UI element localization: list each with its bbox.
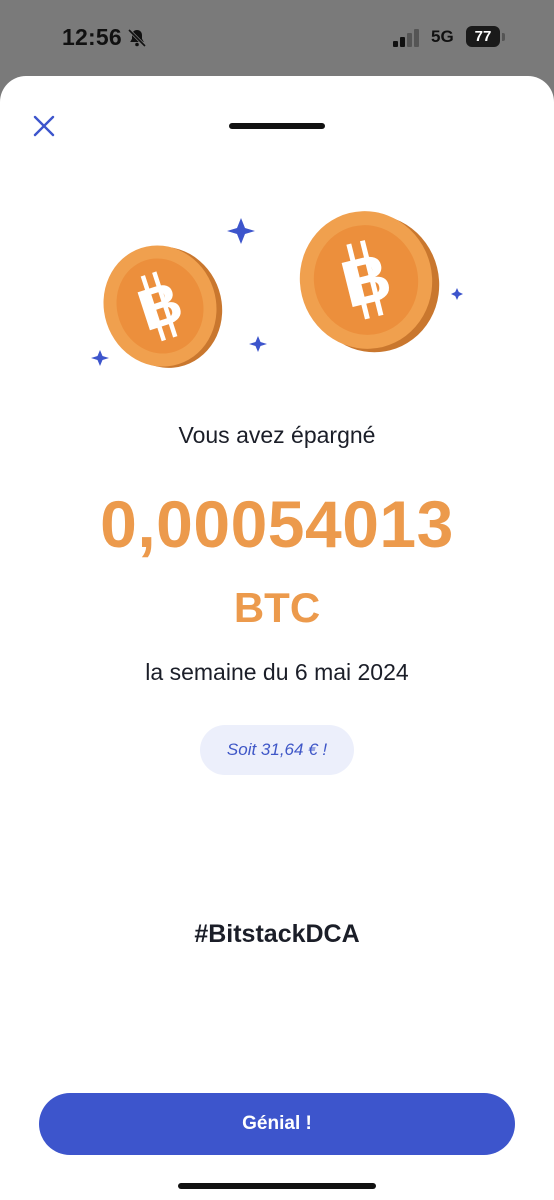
close-icon[interactable] bbox=[32, 114, 56, 138]
battery-level: 77 bbox=[466, 26, 500, 47]
sparkle-star-icon bbox=[249, 336, 267, 352]
bitcoin-coins-illustration: B B bbox=[91, 211, 463, 368]
btc-unit: BTC bbox=[233, 584, 321, 631]
status-bar: 12:56 5G 77 bbox=[0, 0, 554, 76]
cellular-signal-icon bbox=[393, 29, 419, 47]
hashtag: #BitstackDCA bbox=[194, 920, 360, 948]
sparkle-star-icon bbox=[227, 218, 255, 244]
saved-label: Vous avez épargné bbox=[178, 422, 376, 448]
bottom-sheet: B B Vous avez épargné 0,00054013 BTC la … bbox=[0, 76, 554, 1200]
battery-tip bbox=[502, 33, 505, 41]
bitcoin-coin-icon: B bbox=[103, 245, 223, 368]
bell-slash-icon bbox=[127, 28, 147, 48]
home-indicator bbox=[178, 1183, 376, 1189]
network-type: 5G bbox=[431, 27, 454, 46]
status-time: 12:56 bbox=[62, 24, 122, 50]
period-label: la semaine du 6 mai 2024 bbox=[145, 659, 409, 685]
bitcoin-coin-icon: B bbox=[299, 211, 440, 353]
great-button[interactable]: Génial ! bbox=[39, 1093, 515, 1155]
fiat-equivalent-badge: Soit 31,64 € ! bbox=[200, 725, 354, 775]
sheet-grabber[interactable] bbox=[229, 123, 325, 129]
sparkle-star-icon bbox=[91, 350, 109, 366]
sparkle-star-icon bbox=[451, 288, 463, 300]
btc-amount: 0,00054013 bbox=[100, 487, 454, 561]
battery-icon: 77 bbox=[466, 26, 506, 48]
